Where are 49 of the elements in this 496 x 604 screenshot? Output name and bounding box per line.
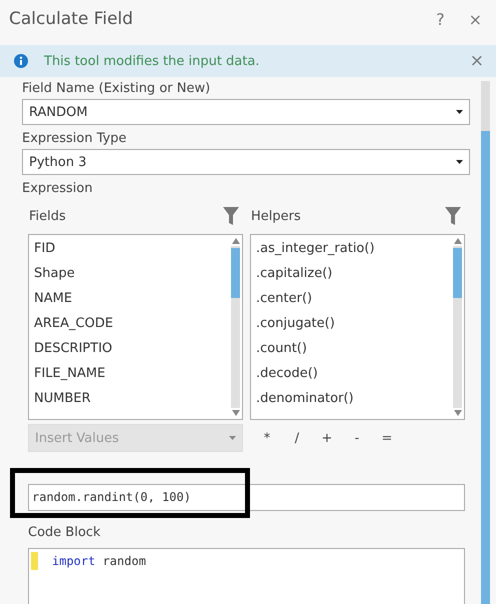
list-item[interactable]: .decode() xyxy=(256,362,446,387)
list-item[interactable]: NAME xyxy=(34,287,224,312)
scroll-up-icon xyxy=(232,238,240,244)
operator-button[interactable]: + xyxy=(315,430,339,446)
field-label: Code Block xyxy=(27,525,102,540)
list-item[interactable]: FID xyxy=(34,237,224,262)
filter-icon xyxy=(223,207,239,225)
list-item[interactable]: .count() xyxy=(256,337,446,362)
scrollbar[interactable] xyxy=(451,235,464,419)
list-heading: Fields xyxy=(29,208,66,224)
list-item[interactable]: NUMBER xyxy=(34,387,224,412)
list-item[interactable]: .capitalize() xyxy=(256,262,446,287)
list-item[interactable]: FILE_NAME xyxy=(34,362,224,387)
window-title: Calculate Field xyxy=(9,9,134,29)
list-item[interactable]: .conjugate() xyxy=(256,312,446,337)
scroll-thumb[interactable] xyxy=(453,248,462,298)
code-line: import random xyxy=(52,554,146,568)
caret-icon xyxy=(456,160,463,164)
field-label: Field Name (Existing or New) xyxy=(22,81,212,96)
expression-field[interactable]: random.randint(0, 100) xyxy=(28,484,465,511)
list-item[interactable]: Shape xyxy=(34,262,224,287)
list-item[interactable]: .center() xyxy=(256,287,446,312)
scroll-down-icon xyxy=(454,410,462,416)
operator-button[interactable]: / xyxy=(285,430,309,446)
close-button[interactable]: × xyxy=(464,50,490,72)
field-name-dropdown[interactable]: RANDOM xyxy=(22,99,470,125)
list-item[interactable]: .denominator() xyxy=(256,387,446,412)
caret-icon xyxy=(456,110,463,114)
operator-button[interactable]: - xyxy=(345,430,369,446)
list-item[interactable]: DESCRIPTIO xyxy=(34,337,224,362)
scroll-down-icon xyxy=(232,410,240,416)
section-label: Expression xyxy=(22,181,94,196)
help-button[interactable]: ? xyxy=(428,10,453,28)
field-label: Expression Type xyxy=(22,131,128,146)
list-item[interactable]: AREA_CODE xyxy=(34,312,224,337)
close-button[interactable]: × xyxy=(460,10,490,28)
list-item[interactable]: .as_integer_ratio() xyxy=(256,237,446,262)
scroll-up-icon xyxy=(454,238,462,244)
code-editor[interactable]: import random xyxy=(28,548,465,604)
caret-icon xyxy=(229,436,236,440)
operator-button[interactable]: * xyxy=(255,430,279,446)
info-message: This tool modifies the input data. xyxy=(44,54,260,68)
scroll-thumb[interactable] xyxy=(231,248,240,298)
info-icon xyxy=(14,54,28,68)
filter-icon xyxy=(445,207,461,225)
scrollbar[interactable] xyxy=(229,235,242,419)
list-heading: Helpers xyxy=(251,208,301,224)
expression-type-dropdown[interactable]: Python 3 xyxy=(22,149,470,175)
operator-button[interactable]: = xyxy=(375,430,399,446)
